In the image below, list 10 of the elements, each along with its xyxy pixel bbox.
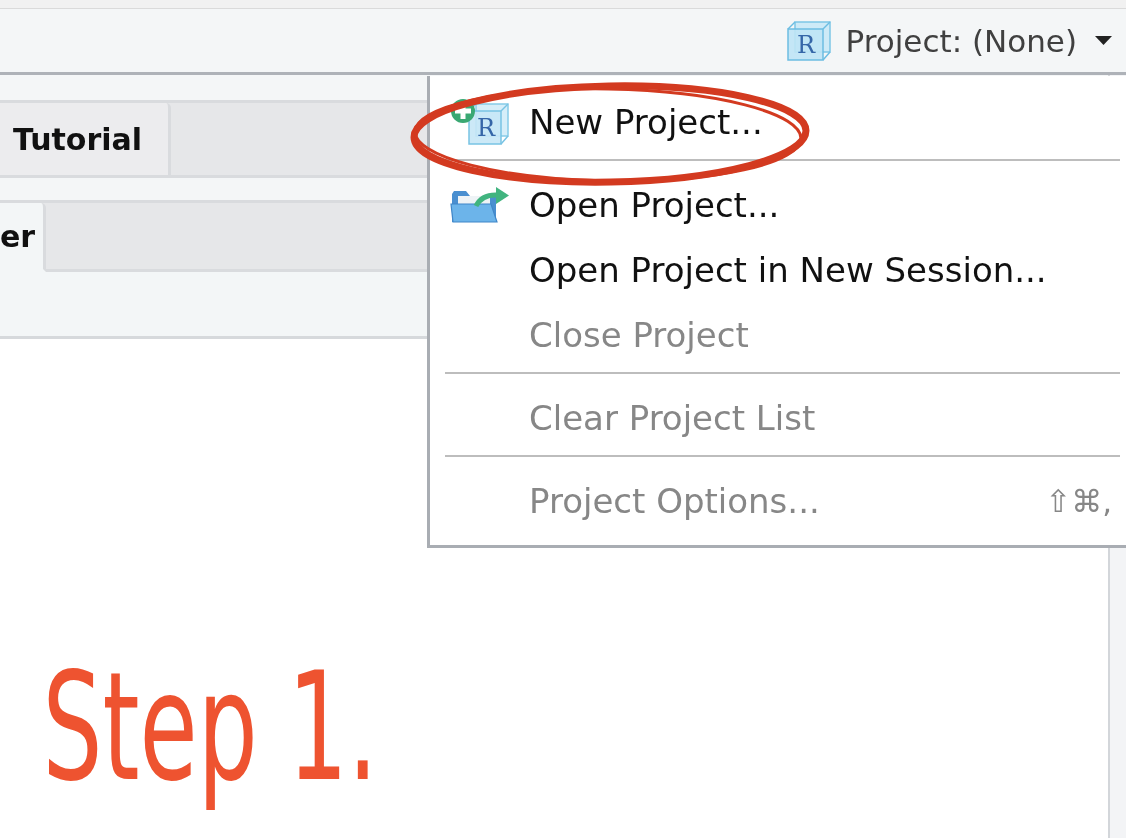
keyboard-shortcut: ⇧⌘, bbox=[1045, 482, 1112, 519]
tab[interactable]: Tutorial bbox=[0, 103, 172, 178]
folder-arrow-icon bbox=[450, 185, 510, 224]
menu-item[interactable]: R New Project... bbox=[430, 89, 1126, 154]
annotation-text: Step 1. bbox=[41, 639, 379, 816]
tab[interactable]: er bbox=[0, 203, 47, 272]
menu-item[interactable]: Open Project in New Session... bbox=[430, 237, 1126, 302]
menu-item[interactable]: Open Project... bbox=[430, 172, 1126, 237]
project-menu-button[interactable]: R Project: (None) bbox=[783, 18, 1114, 63]
caret-icon bbox=[1095, 36, 1112, 45]
